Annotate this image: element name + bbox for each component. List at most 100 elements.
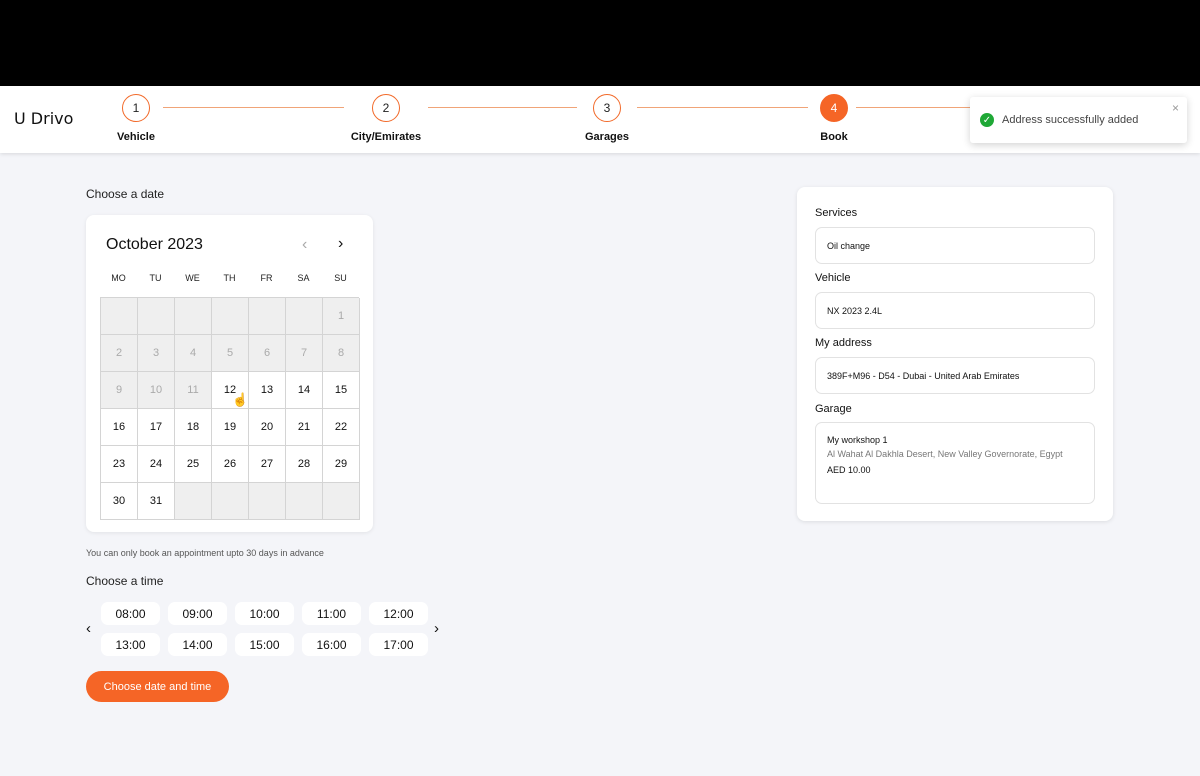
step-label: Garages xyxy=(584,131,630,143)
garage-label: Garage xyxy=(815,403,852,415)
time-slot-button[interactable]: 12:00 xyxy=(369,602,428,625)
calendar-day[interactable]: 16 xyxy=(101,409,138,446)
time-section-title: Choose a time xyxy=(86,574,164,588)
weekday-label: MO xyxy=(111,273,126,283)
toast-message: Address successfully added xyxy=(1002,114,1139,126)
vehicle-field: NX 2023 2.4L xyxy=(815,292,1095,329)
step-number: 4 xyxy=(820,94,848,122)
calendar-day: 4 xyxy=(175,335,212,372)
calendar-day[interactable]: 31 xyxy=(138,483,175,520)
calendar-day[interactable]: 26 xyxy=(212,446,249,483)
choose-date-time-button[interactable]: Choose date and time xyxy=(86,671,229,702)
top-black-bar xyxy=(0,0,1200,86)
weekday-header: MO TU WE TH FR SA SU xyxy=(100,273,359,283)
date-section-title: Choose a date xyxy=(86,187,165,201)
garage-address: Al Wahat Al Dakhla Desert, New Valley Go… xyxy=(827,449,1063,459)
step-number: 2 xyxy=(372,94,400,122)
calendar-day[interactable]: 20 xyxy=(249,409,286,446)
vehicle-label: Vehicle xyxy=(815,272,851,284)
calendar-day[interactable]: 23 xyxy=(101,446,138,483)
time-slot-button[interactable]: 14:00 xyxy=(168,633,227,656)
calendar-empty-cell xyxy=(323,483,360,520)
calendar-empty-cell xyxy=(175,483,212,520)
calendar-day: 11 xyxy=(175,372,212,409)
booking-limit-note: You can only book an appointment upto 30… xyxy=(86,548,324,558)
calendar-day[interactable]: 21 xyxy=(286,409,323,446)
calendar-empty-cell xyxy=(175,298,212,335)
calendar-empty-cell xyxy=(249,298,286,335)
calendar-day: 7 xyxy=(286,335,323,372)
garage-field: My workshop 1 Al Wahat Al Dakhla Desert,… xyxy=(815,422,1095,504)
time-slot-button[interactable]: 15:00 xyxy=(235,633,294,656)
step-label: City/Emirates xyxy=(350,131,422,143)
step-vehicle[interactable]: 1 Vehicle xyxy=(81,94,191,143)
calendar-day[interactable]: 28 xyxy=(286,446,323,483)
weekday-label: TU xyxy=(149,273,162,283)
step-number: 3 xyxy=(593,94,621,122)
calendar-day[interactable]: 25 xyxy=(175,446,212,483)
calendar-day[interactable]: 29 xyxy=(323,446,360,483)
brand-logo[interactable]: U Drivo xyxy=(14,109,73,128)
booking-summary-card: Services Oil change Vehicle NX 2023 2.4L… xyxy=(797,187,1113,521)
calendar-day: 10 xyxy=(138,372,175,409)
time-slot-button[interactable]: 11:00 xyxy=(302,602,361,625)
calendar-day: 1 xyxy=(323,298,360,335)
calendar: October 2023 ‹ › MO TU WE TH FR SA SU 12345678… xyxy=(86,215,373,532)
time-slot-button[interactable]: 16:00 xyxy=(302,633,361,656)
weekday-label: WE xyxy=(185,273,200,283)
services-field: Oil change xyxy=(815,227,1095,264)
calendar-day[interactable]: 18 xyxy=(175,409,212,446)
time-slot-button[interactable]: 08:00 xyxy=(101,602,160,625)
calendar-day[interactable]: 13 xyxy=(249,372,286,409)
chevron-right-icon[interactable]: › xyxy=(338,235,343,253)
calendar-empty-cell xyxy=(138,298,175,335)
calendar-day: 6 xyxy=(249,335,286,372)
step-garages[interactable]: 3 Garages xyxy=(552,94,662,143)
calendar-day: 2 xyxy=(101,335,138,372)
calendar-empty-cell xyxy=(249,483,286,520)
calendar-empty-cell xyxy=(286,483,323,520)
calendar-day[interactable]: 14 xyxy=(286,372,323,409)
time-slot-grid: 08:00 09:00 10:00 11:00 12:00 13:00 14:00 15:00… xyxy=(101,602,428,656)
close-icon[interactable]: × xyxy=(1172,101,1179,115)
address-field: 389F+M96 - D54 - Dubai - United Arab Emi… xyxy=(815,357,1095,394)
time-slot-button[interactable]: 09:00 xyxy=(168,602,227,625)
step-label: Book xyxy=(820,131,848,143)
step-city[interactable]: 2 City/Emirates xyxy=(331,94,441,143)
calendar-day-grid: 1 2 3 4 5 6 7 8 9 10 11 12 13 14 15 16 17 18 19 20 21 22 23 24 2… xyxy=(100,297,360,520)
garage-price: AED 10.00 xyxy=(827,465,871,475)
check-circle-icon: ✓ xyxy=(980,113,994,127)
calendar-day: 5 xyxy=(212,335,249,372)
time-slot-button[interactable]: 13:00 xyxy=(101,633,160,656)
calendar-day[interactable]: 30 xyxy=(101,483,138,520)
address-label: My address xyxy=(815,337,872,349)
garage-name: My workshop 1 xyxy=(827,435,888,445)
calendar-day: 8 xyxy=(323,335,360,372)
calendar-empty-cell xyxy=(212,298,249,335)
weekday-label: SU xyxy=(334,273,347,283)
time-slot-button[interactable]: 10:00 xyxy=(235,602,294,625)
calendar-day: 9 xyxy=(101,372,138,409)
calendar-month-title: October 2023 xyxy=(106,236,203,253)
calendar-empty-cell xyxy=(101,298,138,335)
calendar-day: 3 xyxy=(138,335,175,372)
success-toast: ✓ Address successfully added × xyxy=(970,97,1187,143)
calendar-day[interactable]: 27 xyxy=(249,446,286,483)
chevron-right-icon[interactable]: › xyxy=(434,620,439,637)
weekday-label: TH xyxy=(223,273,236,283)
time-slot-button[interactable]: 17:00 xyxy=(369,633,428,656)
calendar-day[interactable]: 24 xyxy=(138,446,175,483)
weekday-label: SA xyxy=(297,273,310,283)
chevron-left-icon[interactable]: ‹ xyxy=(86,620,91,637)
calendar-day[interactable]: 15 xyxy=(323,372,360,409)
calendar-day[interactable]: 17 xyxy=(138,409,175,446)
step-book[interactable]: 4 Book xyxy=(779,94,889,143)
calendar-day[interactable]: 22 xyxy=(323,409,360,446)
calendar-empty-cell xyxy=(286,298,323,335)
step-label: Vehicle xyxy=(117,131,155,143)
calendar-day[interactable]: 19 xyxy=(212,409,249,446)
hand-cursor-icon: ☝ xyxy=(232,392,249,407)
calendar-empty-cell xyxy=(212,483,249,520)
weekday-label: FR xyxy=(260,273,273,283)
chevron-left-icon[interactable]: ‹ xyxy=(302,236,307,254)
